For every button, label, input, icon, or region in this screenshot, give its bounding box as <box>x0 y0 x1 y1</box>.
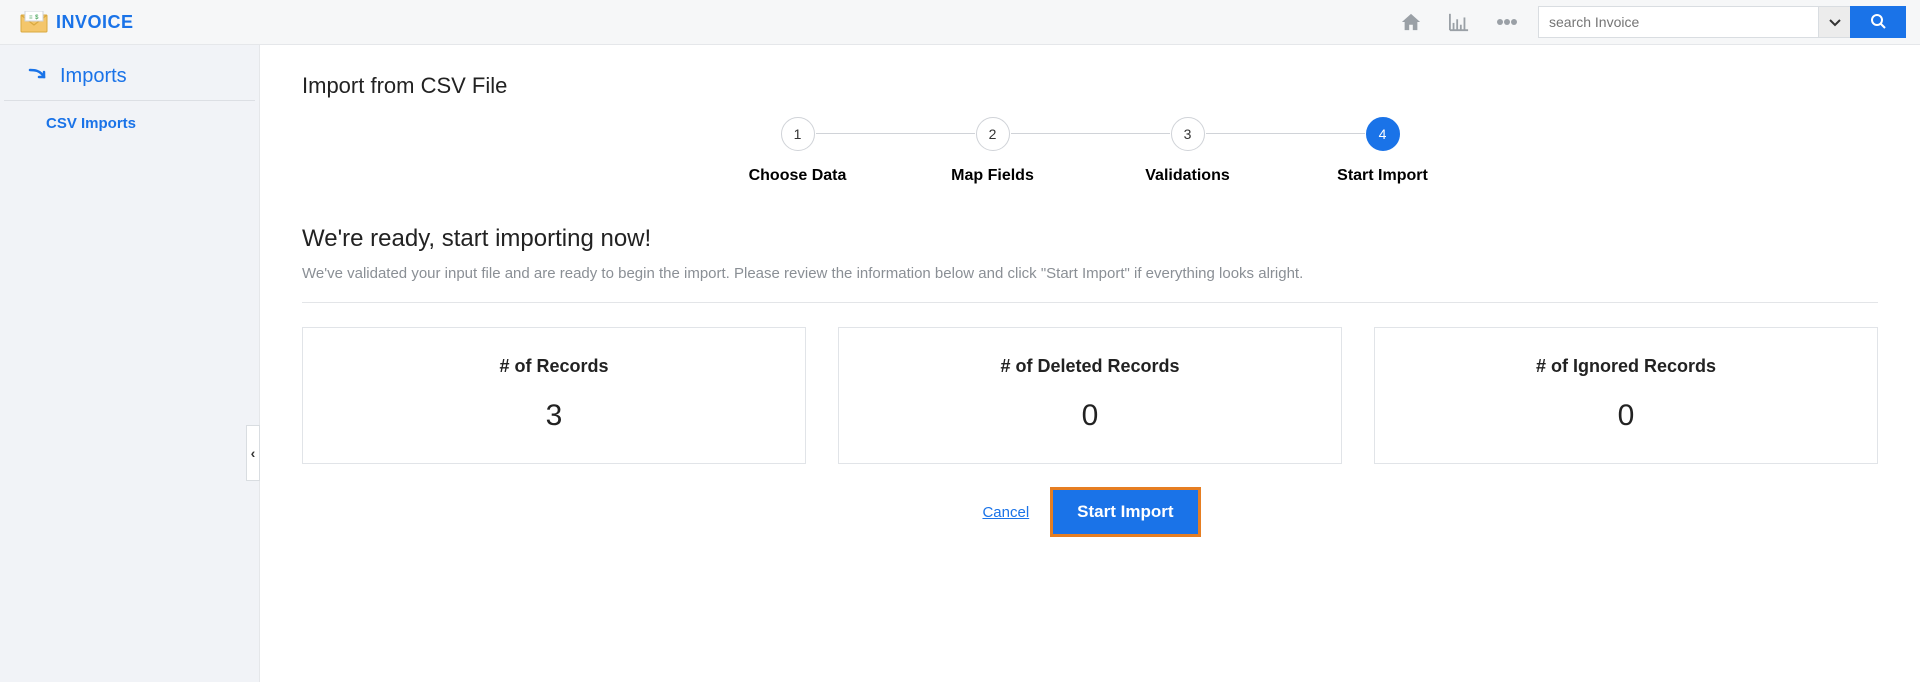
search-dropdown-toggle[interactable] <box>1818 6 1850 38</box>
divider <box>302 302 1878 303</box>
ready-description: We've validated your input file and are … <box>302 265 1878 282</box>
chevron-down-icon <box>1829 14 1841 30</box>
step-label: Start Import <box>1337 167 1428 185</box>
home-icon[interactable] <box>1400 12 1422 32</box>
import-arrow-icon <box>28 65 50 88</box>
card-ignored-records: # of Ignored Records 0 <box>1374 327 1878 464</box>
card-value: 0 <box>1385 399 1867 433</box>
sidebar-collapse-handle[interactable]: ‹ <box>246 425 260 481</box>
step-number: 3 <box>1171 117 1205 151</box>
card-title: # of Deleted Records <box>849 356 1331 377</box>
invoice-logo-icon: ≡ $ <box>20 11 48 33</box>
card-title: # of Ignored Records <box>1385 356 1867 377</box>
card-deleted-records: # of Deleted Records 0 <box>838 327 1342 464</box>
card-records: # of Records 3 <box>302 327 806 464</box>
main-content: Import from CSV File 1 Choose Data 2 Map… <box>260 45 1920 682</box>
search-icon <box>1870 13 1886 32</box>
step-start-import[interactable]: 4 Start Import <box>1285 117 1480 185</box>
ready-title: We're ready, start importing now! <box>302 225 1878 253</box>
step-number: 1 <box>781 117 815 151</box>
search-input[interactable] <box>1538 6 1818 38</box>
step-number: 4 <box>1366 117 1400 151</box>
brand[interactable]: ≡ $ INVOICE <box>20 11 134 33</box>
action-row: Cancel Start Import <box>302 490 1878 534</box>
brand-text: INVOICE <box>56 12 134 33</box>
sidebar-group-imports[interactable]: Imports <box>4 45 255 101</box>
step-label: Map Fields <box>951 167 1034 185</box>
header-icon-group <box>1400 12 1518 32</box>
card-value: 0 <box>849 399 1331 433</box>
svg-text:≡ $: ≡ $ <box>29 15 39 21</box>
step-choose-data[interactable]: 1 Choose Data <box>700 117 895 185</box>
sidebar-item-csv-imports[interactable]: CSV Imports <box>0 101 259 146</box>
search-button[interactable] <box>1850 6 1906 38</box>
app-header: ≡ $ INVOICE <box>0 0 1920 45</box>
summary-cards: # of Records 3 # of Deleted Records 0 # … <box>302 327 1878 464</box>
step-map-fields[interactable]: 2 Map Fields <box>895 117 1090 185</box>
start-import-button[interactable]: Start Import <box>1053 490 1197 534</box>
sidebar: Imports CSV Imports ‹ <box>0 45 260 682</box>
card-title: # of Records <box>313 356 795 377</box>
step-number: 2 <box>976 117 1010 151</box>
step-validations[interactable]: 3 Validations <box>1090 117 1285 185</box>
card-value: 3 <box>313 399 795 433</box>
step-label: Validations <box>1145 167 1229 185</box>
chevron-left-icon: ‹ <box>251 445 256 461</box>
more-icon[interactable] <box>1496 18 1518 26</box>
chart-icon[interactable] <box>1448 12 1470 32</box>
search-wrap <box>1538 6 1906 38</box>
step-label: Choose Data <box>749 167 847 185</box>
sidebar-group-label: Imports <box>60 65 127 88</box>
cancel-link[interactable]: Cancel <box>982 504 1029 521</box>
page-title: Import from CSV File <box>302 73 1878 99</box>
stepper: 1 Choose Data 2 Map Fields 3 Validations… <box>700 117 1480 185</box>
